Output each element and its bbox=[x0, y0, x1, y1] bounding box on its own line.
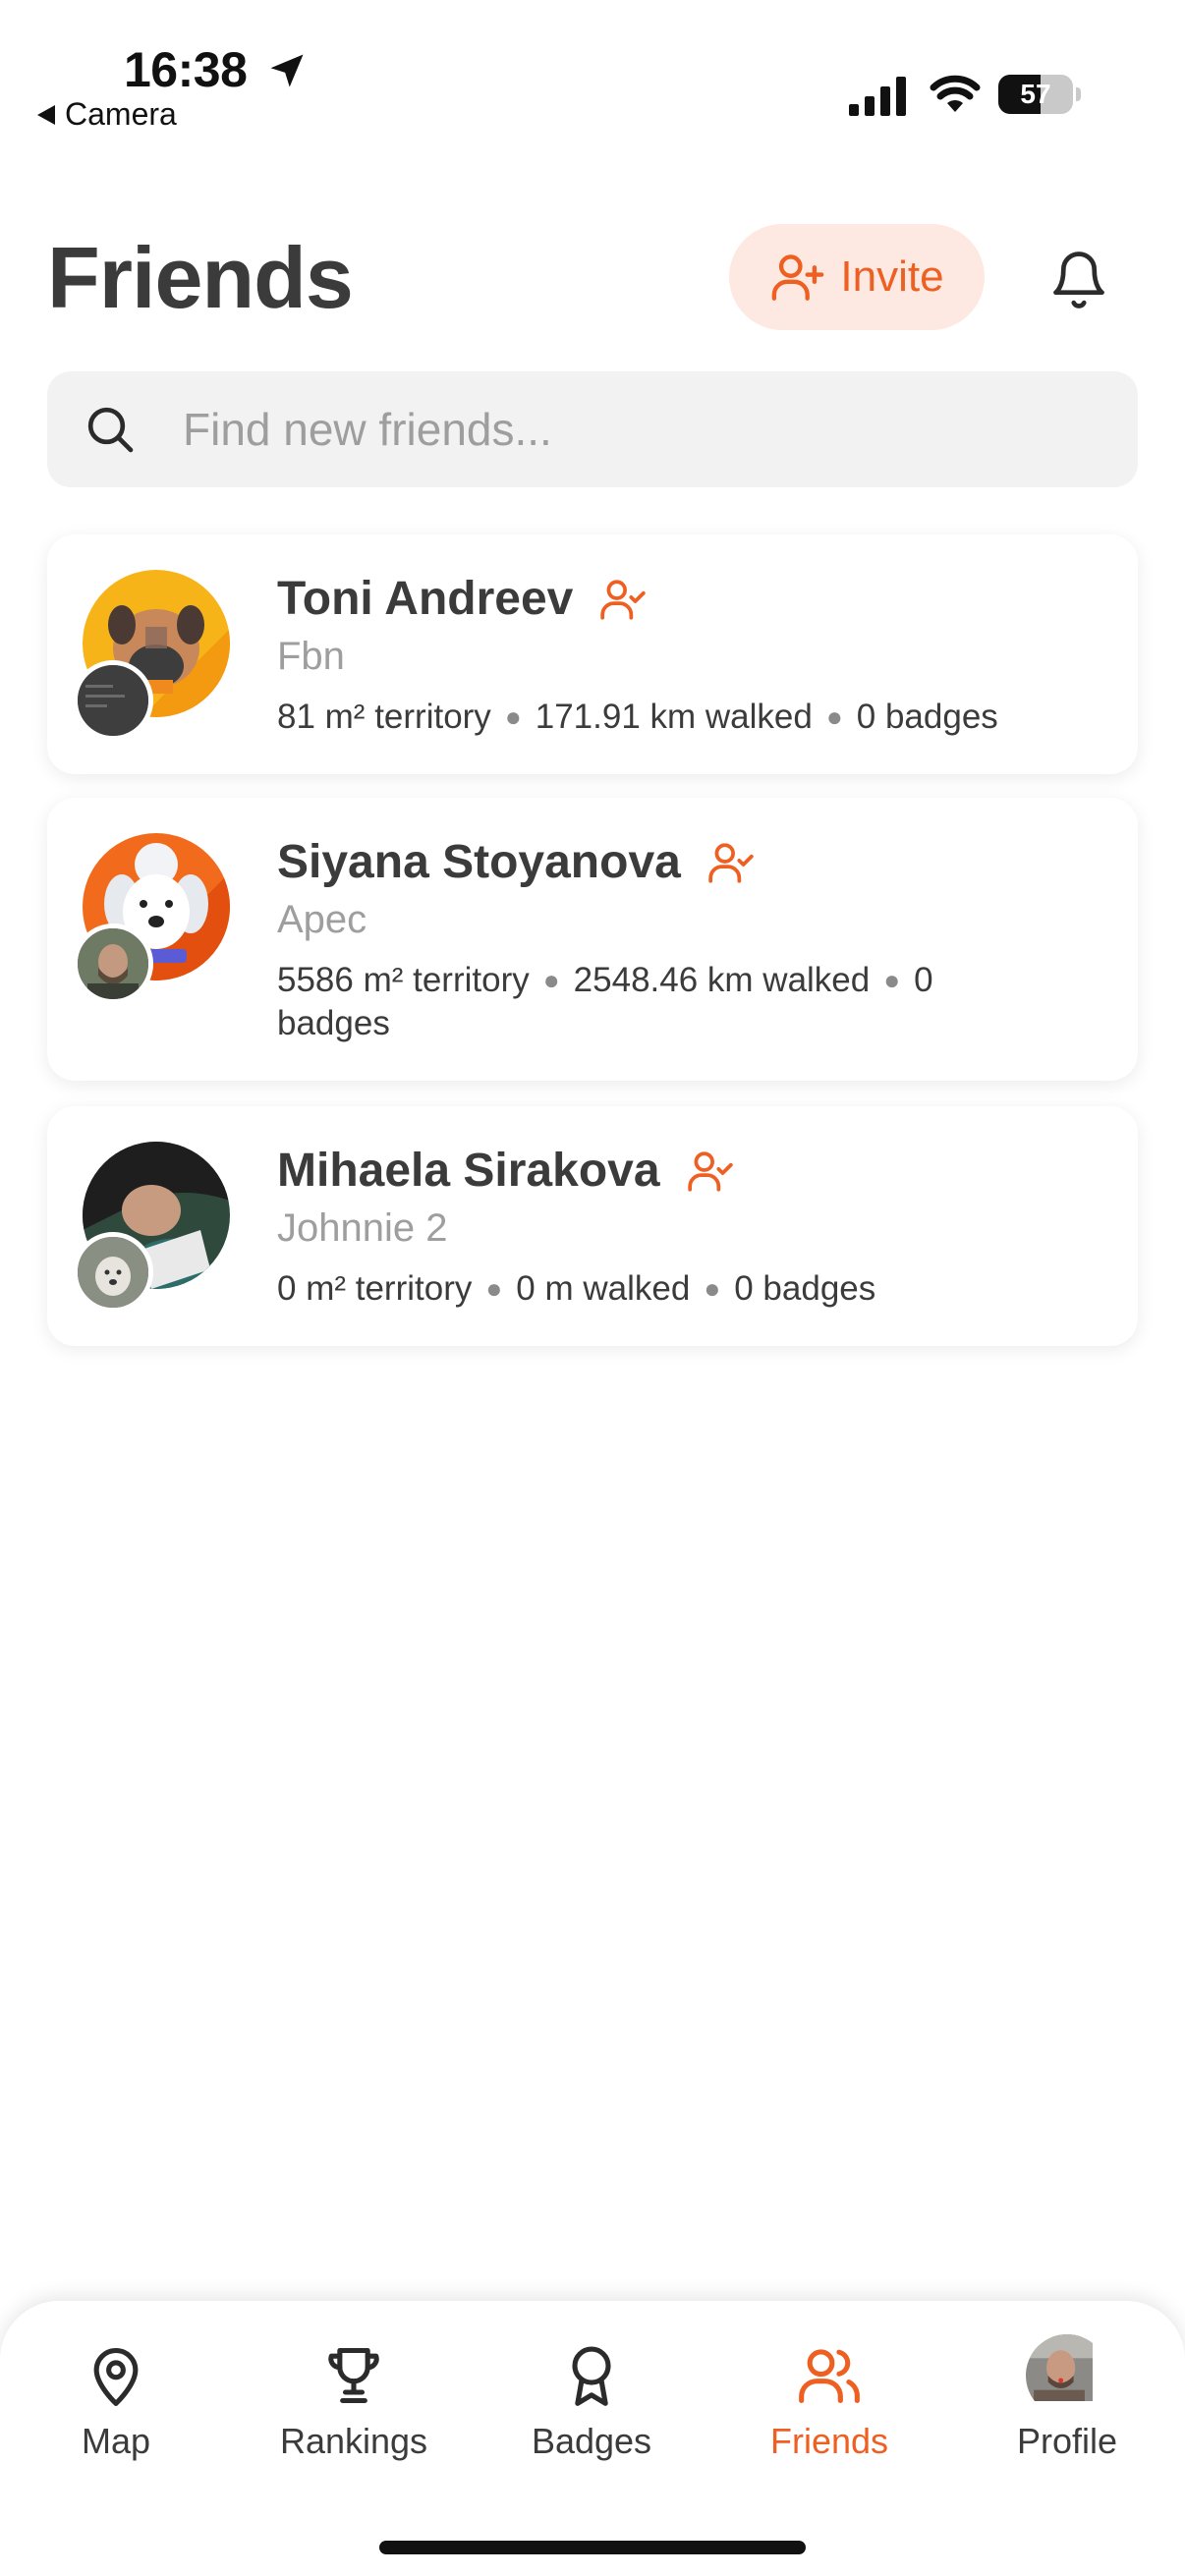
badges-stat: 0 badges bbox=[856, 698, 998, 736]
friend-check-icon bbox=[600, 579, 647, 620]
tab-profile[interactable]: Profile bbox=[959, 2334, 1175, 2499]
status-bar: 16:38 Camera 57 bbox=[0, 0, 1185, 147]
friend-check-icon bbox=[708, 842, 754, 883]
walked-stat: 171.91 km walked bbox=[535, 698, 813, 736]
tab-label: Profile bbox=[1016, 2421, 1118, 2461]
pet-name: Apec bbox=[277, 898, 367, 941]
tab-friends[interactable]: Friends bbox=[721, 2342, 937, 2499]
separator-dot: ● bbox=[485, 1273, 503, 1304]
search-bar[interactable] bbox=[47, 371, 1138, 487]
territory-stat: 81 m² territory bbox=[277, 698, 491, 736]
search-icon bbox=[87, 407, 134, 453]
separator-dot: ● bbox=[825, 701, 843, 732]
home-indicator bbox=[379, 2541, 806, 2554]
friend-name: Toni Andreev bbox=[277, 573, 574, 625]
wifi-icon bbox=[930, 75, 981, 112]
separator-dot: ● bbox=[704, 1273, 721, 1304]
friend-stats: 81 m² territory ● 171.91 km walked ● 0 badge… bbox=[277, 696, 1093, 739]
tab-label: Map bbox=[81, 2421, 151, 2461]
tab-badges[interactable]: Badges bbox=[483, 2342, 700, 2499]
cellular-signal-icon bbox=[849, 77, 906, 116]
friend-name-row: Mihaela Sirakova bbox=[277, 1144, 735, 1198]
friend-name: Siyana Stoyanova bbox=[277, 836, 681, 888]
walked-stat: 0 m walked bbox=[516, 1269, 691, 1308]
friend-avatar-group bbox=[73, 1142, 230, 1313]
pet-name: Johnnie 2 bbox=[277, 1206, 448, 1250]
friend-check-icon bbox=[687, 1150, 733, 1192]
friend-stats: 0 m² territory ● 0 m walked ● 0 badges bbox=[277, 1267, 1093, 1311]
pet-avatar bbox=[73, 1232, 153, 1313]
battery-percent: 57 bbox=[1020, 79, 1051, 109]
owner-avatar bbox=[73, 660, 153, 741]
bottom-tab-bar: Map Rankings Badges Friends Profile bbox=[0, 2301, 1185, 2576]
friend-stats: 5586 m² territory ● 2548.46 km walked ● 0 ba… bbox=[277, 959, 985, 1045]
friend-avatar-group bbox=[73, 570, 230, 741]
badge-ribbon-icon bbox=[572, 2346, 611, 2406]
territory-stat: 5586 m² territory bbox=[277, 961, 530, 999]
profile-avatar bbox=[1026, 2334, 1108, 2417]
page-title: Friends bbox=[47, 229, 354, 326]
location-arrow-icon bbox=[270, 54, 304, 87]
friend-card[interactable]: Siyana Stoyanova Apec 5586 m² territory ●… bbox=[47, 798, 1138, 1081]
tab-label: Badges bbox=[531, 2421, 652, 2461]
back-label: Camera bbox=[65, 96, 177, 132]
tab-label: Friends bbox=[769, 2421, 889, 2461]
bell-icon bbox=[1053, 252, 1104, 308]
separator-dot: ● bbox=[504, 701, 522, 732]
territory-stat: 0 m² territory bbox=[277, 1269, 473, 1308]
separator-dot: ● bbox=[542, 965, 560, 995]
invite-button[interactable]: Invite bbox=[729, 224, 985, 330]
status-time: 16:38 bbox=[124, 42, 248, 97]
back-to-camera-link[interactable]: Camera bbox=[37, 96, 177, 133]
friend-card[interactable]: Mihaela Sirakova Johnnie 2 0 m² territor… bbox=[47, 1106, 1138, 1346]
trophy-icon bbox=[328, 2347, 379, 2404]
owner-avatar bbox=[73, 924, 153, 1004]
add-user-icon bbox=[772, 254, 824, 301]
separator-dot: ● bbox=[883, 965, 901, 995]
invite-label: Invite bbox=[840, 252, 944, 301]
friend-name-row: Toni Andreev bbox=[277, 572, 648, 626]
map-pin-icon bbox=[93, 2348, 139, 2406]
friend-name-row: Siyana Stoyanova bbox=[277, 835, 756, 889]
friend-card[interactable]: Toni Andreev Fbn 81 m² territory ● 171.91 … bbox=[47, 534, 1138, 774]
tab-rankings[interactable]: Rankings bbox=[246, 2342, 462, 2499]
battery-indicator: 57 bbox=[998, 75, 1081, 116]
friend-name: Mihaela Sirakova bbox=[277, 1145, 660, 1197]
pet-name: Fbn bbox=[277, 635, 345, 678]
back-triangle-icon bbox=[37, 104, 55, 125]
users-icon bbox=[799, 2349, 860, 2404]
friend-avatar-group bbox=[73, 833, 230, 1004]
search-input[interactable] bbox=[181, 402, 1069, 457]
walked-stat: 2548.46 km walked bbox=[573, 961, 871, 999]
notifications-button[interactable] bbox=[1040, 238, 1118, 316]
tab-map[interactable]: Map bbox=[8, 2342, 224, 2499]
tab-label: Rankings bbox=[279, 2421, 428, 2461]
badges-stat: 0 badges bbox=[734, 1269, 876, 1308]
